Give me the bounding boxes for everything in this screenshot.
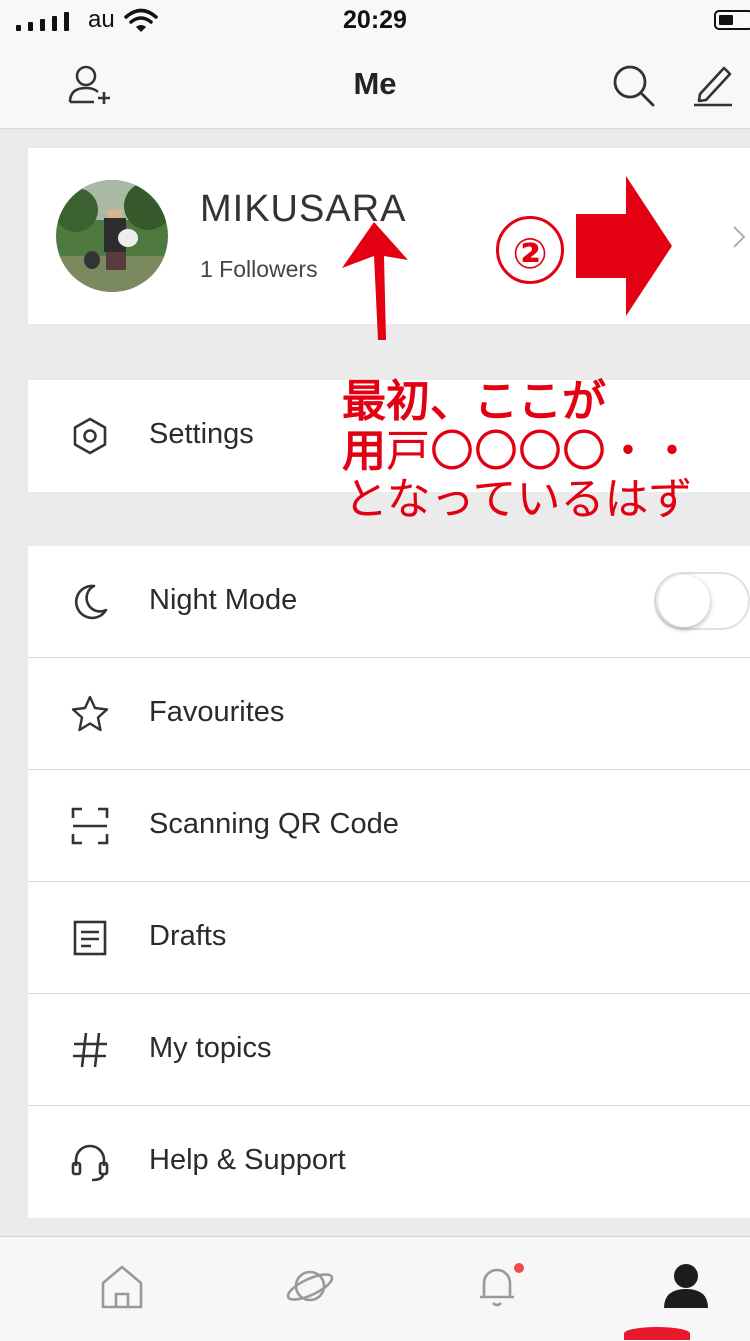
status-time: 20:29 [343,6,407,34]
pencil-icon[interactable] [690,62,736,108]
annotation-step-number: ② [496,216,564,284]
star-icon [71,695,109,732]
search-icon[interactable] [610,62,656,108]
battery-icon [714,10,750,30]
top-nav-bar: Me [0,40,750,129]
menu-item-label: Settings [149,418,254,450]
active-tab-indicator [624,1327,690,1340]
notification-dot [514,1263,524,1273]
hexagon-settings-icon [73,417,107,455]
status-bar: au 20:29 [0,0,750,40]
menu-item-label: My topics [149,1032,272,1064]
menu-item-label: Night Mode [149,584,298,616]
menu-item-favourites[interactable]: Favourites [28,658,750,770]
annotation-up-arrow [342,222,408,340]
menu-item-scan-qr[interactable]: Scanning QR Code [28,770,750,882]
menu-item-drafts[interactable]: Drafts [28,882,750,994]
planet-icon[interactable] [285,1261,335,1311]
annotation-right-arrow [576,176,672,316]
menu-item-help-support[interactable]: Help & Support [28,1106,750,1218]
annotation-line-3: となっているはず [344,474,693,525]
drafts-icon [73,920,107,956]
menu-item-label: Scanning QR Code [149,808,399,840]
profile-icon[interactable] [661,1261,711,1311]
hashtag-icon [73,1032,107,1068]
menu-item-label: Favourites [149,696,285,728]
avatar[interactable] [56,180,168,292]
menu-item-night-mode: Night Mode [28,546,750,658]
notifications-tab[interactable] [472,1261,524,1311]
bottom-tab-bar [0,1236,750,1341]
profile-followers[interactable]: 1 Followers [200,256,318,283]
headset-icon [71,1144,109,1182]
chevron-right-icon [733,226,746,248]
moon-icon [74,584,108,620]
menu-item-my-topics[interactable]: My topics [28,994,750,1106]
menu-item-label: Drafts [149,920,227,952]
menu-item-label: Help & Support [149,1144,346,1176]
annotation-line-1: 最初、ここが [342,376,606,427]
annotation-line-2: 用戸〇〇〇〇・・ [342,426,694,477]
night-mode-toggle[interactable] [654,572,750,630]
home-icon[interactable] [97,1261,147,1311]
scan-qr-icon [71,807,109,845]
